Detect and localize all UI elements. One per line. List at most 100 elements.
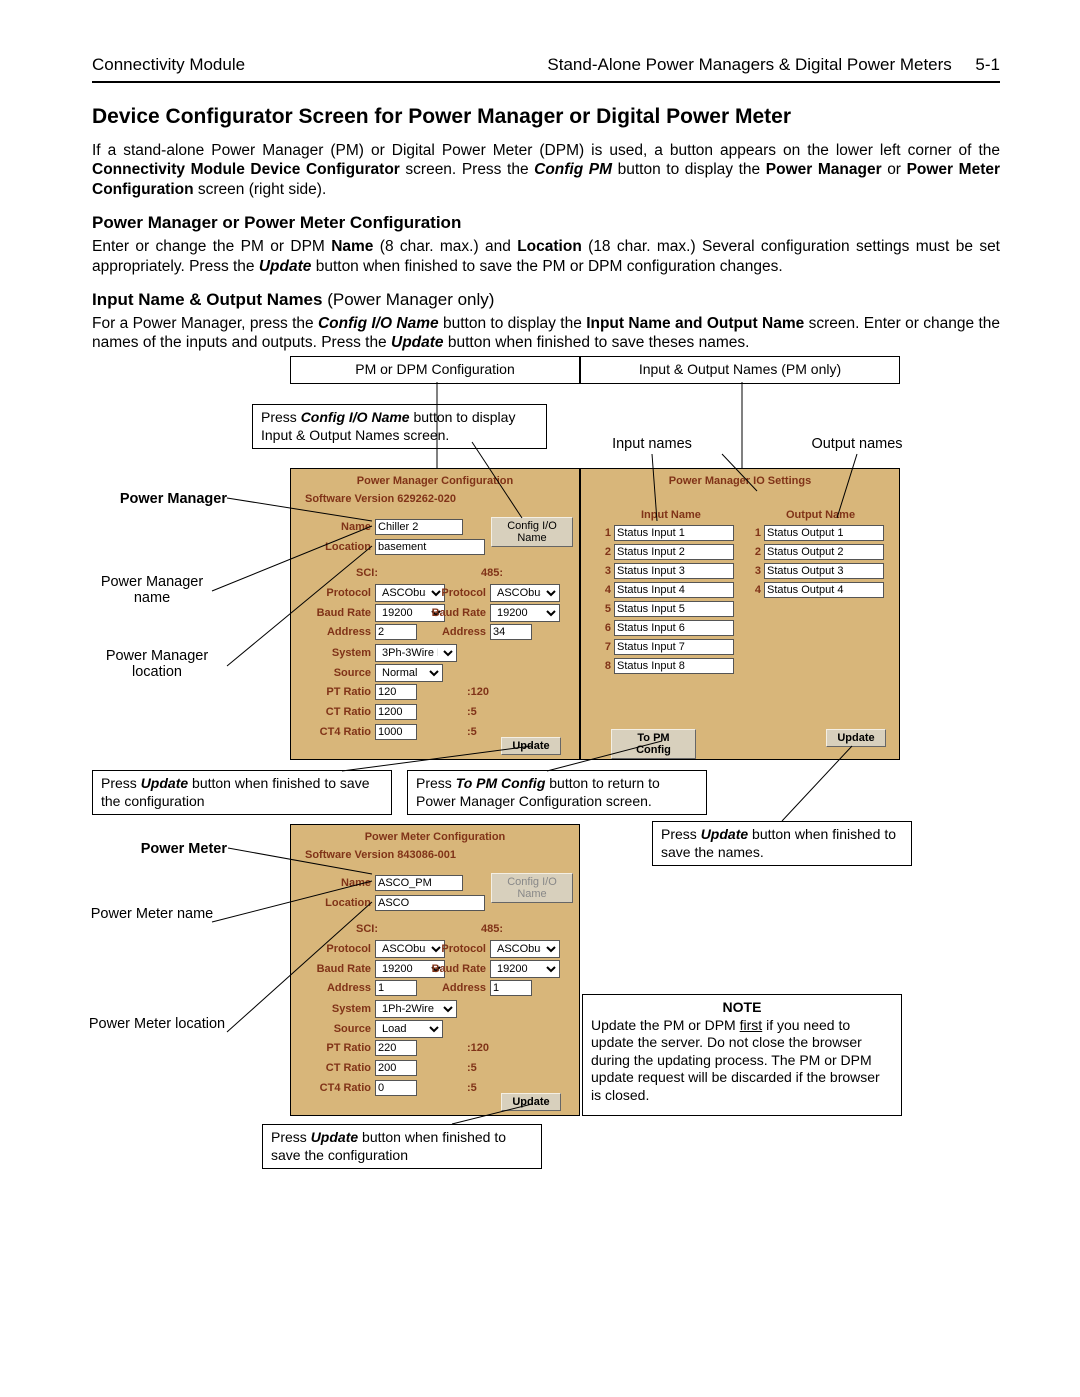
io-to-pm-config-button[interactable]: To PM Config [611, 729, 696, 759]
io-input-row: 7 [599, 639, 734, 655]
label-pm-name: Power Manager name [87, 574, 217, 606]
io-input-row: 6 [599, 620, 734, 636]
pm-ct4-input[interactable] [375, 724, 417, 740]
pm-pt-input[interactable] [375, 684, 417, 700]
pm-485-head: 485: [481, 567, 503, 579]
intro-paragraph: If a stand-alone Power Manager (PM) or D… [92, 141, 1000, 199]
pm-ct-label: CT Ratio [291, 706, 375, 718]
io-output-row: 3 [749, 563, 884, 579]
pm-baud-485[interactable]: 19200 [490, 604, 560, 622]
pm-baud-label: Baud Rate [291, 607, 375, 619]
note-heading: NOTE [591, 999, 893, 1017]
pm-system-select[interactable]: 3Ph-3Wire Del [375, 644, 457, 662]
note-box: NOTE Update the PM or DPM first if you n… [582, 994, 902, 1116]
panel-dpm-config: Power Meter Configuration Software Versi… [290, 824, 580, 1116]
dpm-sci-head: SCI: [356, 923, 378, 935]
pm-name-label: Name [291, 521, 375, 533]
callout-update-dpm: Press Update button when finished to sav… [262, 1124, 542, 1169]
dpm-addr-485[interactable] [490, 980, 532, 996]
dpm-config-io-button: Config I/O Name [491, 873, 573, 903]
io-output-3[interactable] [764, 563, 884, 579]
section-pm-config-body: Enter or change the PM or DPM Name (8 ch… [92, 237, 1000, 276]
pm-addr-sci[interactable] [375, 624, 417, 640]
io-output-row: 2 [749, 544, 884, 560]
pm-addr-485[interactable] [490, 624, 532, 640]
pm-proto-label2: Protocol [426, 587, 490, 599]
io-output-1[interactable] [764, 525, 884, 541]
pm-location-label: Location [291, 541, 375, 553]
io-input-4[interactable] [614, 582, 734, 598]
io-update-button[interactable]: Update [826, 729, 886, 747]
pm-proto-485[interactable]: ASCObusII [490, 584, 560, 602]
io-output-row: 1 [749, 525, 884, 541]
io-input-head: Input Name [641, 509, 701, 521]
io-input-row: 3 [599, 563, 734, 579]
pm-addr-label: Address [291, 626, 375, 638]
pm-location-input[interactable] [375, 539, 485, 555]
dpm-addr-sci[interactable] [375, 980, 417, 996]
io-input-5[interactable] [614, 601, 734, 617]
page-title: Device Configurator Screen for Power Man… [92, 105, 1000, 129]
panel-pm-config: Power Manager Configuration Software Ver… [290, 468, 580, 760]
io-input-7[interactable] [614, 639, 734, 655]
label-input-names: Input names [592, 436, 712, 452]
pm-baud-label2: Baud Rate [426, 607, 490, 619]
dpm-ct-input[interactable] [375, 1060, 417, 1076]
io-input-row: 1 [599, 525, 734, 541]
io-input-2[interactable] [614, 544, 734, 560]
dpm-location-label: Location [291, 897, 375, 909]
dpm-pt-input[interactable] [375, 1040, 417, 1056]
io-input-6[interactable] [614, 620, 734, 636]
dpm-ct4-input[interactable] [375, 1080, 417, 1096]
io-panel-title: Power Manager IO Settings [581, 475, 899, 487]
io-input-row: 2 [599, 544, 734, 560]
io-output-4[interactable] [764, 582, 884, 598]
io-input-3[interactable] [614, 563, 734, 579]
dpm-panel-title: Power Meter Configuration [291, 831, 579, 843]
pm-sci-head: SCI: [356, 567, 378, 579]
io-input-row: 4 [599, 582, 734, 598]
callout-io-names: Input & Output Names (PM only) [580, 356, 900, 384]
dpm-proto-485[interactable]: ASCObusII [490, 940, 560, 958]
dpm-location-input[interactable] [375, 895, 485, 911]
pm-name-input[interactable] [375, 519, 463, 535]
dpm-name-input[interactable] [375, 875, 463, 891]
dpm-name-label: Name [291, 877, 375, 889]
header-right: Stand-Alone Power Managers & Digital Pow… [547, 55, 1000, 75]
pm-ct4-label: CT4 Ratio [291, 726, 375, 738]
label-pm-location: Power Manager location [87, 648, 227, 680]
callout-to-pm-config: Press To PM Config button to return to P… [407, 770, 707, 815]
dpm-source-select[interactable]: Load [375, 1020, 443, 1038]
dpm-system-select[interactable]: 1Ph-2Wire [375, 1000, 457, 1018]
label-power-meter: Power Meter [87, 841, 227, 857]
io-input-8[interactable] [614, 658, 734, 674]
pm-source-label: Source [291, 667, 375, 679]
label-meter-location: Power Meter location [87, 1016, 227, 1032]
dpm-485-head: 485: [481, 923, 503, 935]
dpm-baud-485[interactable]: 19200 [490, 960, 560, 978]
pm-pt-label: PT Ratio [291, 686, 375, 698]
header-left: Connectivity Module [92, 55, 245, 75]
io-output-2[interactable] [764, 544, 884, 560]
label-power-manager: Power Manager [87, 491, 227, 507]
dpm-update-button[interactable]: Update [501, 1093, 561, 1111]
section-io-title: Input Name & Output Names (Power Manager… [92, 290, 1000, 310]
io-output-head: Output Name [786, 509, 855, 521]
pm-source-select[interactable]: Normal [375, 664, 443, 682]
pm-proto-label: Protocol [291, 587, 375, 599]
header-rule [92, 81, 1000, 83]
io-input-1[interactable] [614, 525, 734, 541]
label-meter-name: Power Meter name [87, 906, 217, 922]
panel-io-settings: Power Manager IO Settings Input Name Out… [580, 468, 900, 760]
dpm-sw-version: Software Version 843086-001 [305, 849, 456, 861]
pm-ct-input[interactable] [375, 704, 417, 720]
section-io-body: For a Power Manager, press the Config I/… [92, 314, 1000, 353]
pm-panel-title: Power Manager Configuration [291, 475, 579, 487]
io-input-row: 8 [599, 658, 734, 674]
pm-sw-version: Software Version 629262-020 [305, 493, 456, 505]
label-output-names: Output names [792, 436, 922, 452]
pm-config-io-button[interactable]: Config I/O Name [491, 517, 573, 547]
io-output-row: 4 [749, 582, 884, 598]
pm-update-button[interactable]: Update [501, 737, 561, 755]
callout-config-io-button: Press Config I/O Name button to display … [252, 404, 547, 449]
